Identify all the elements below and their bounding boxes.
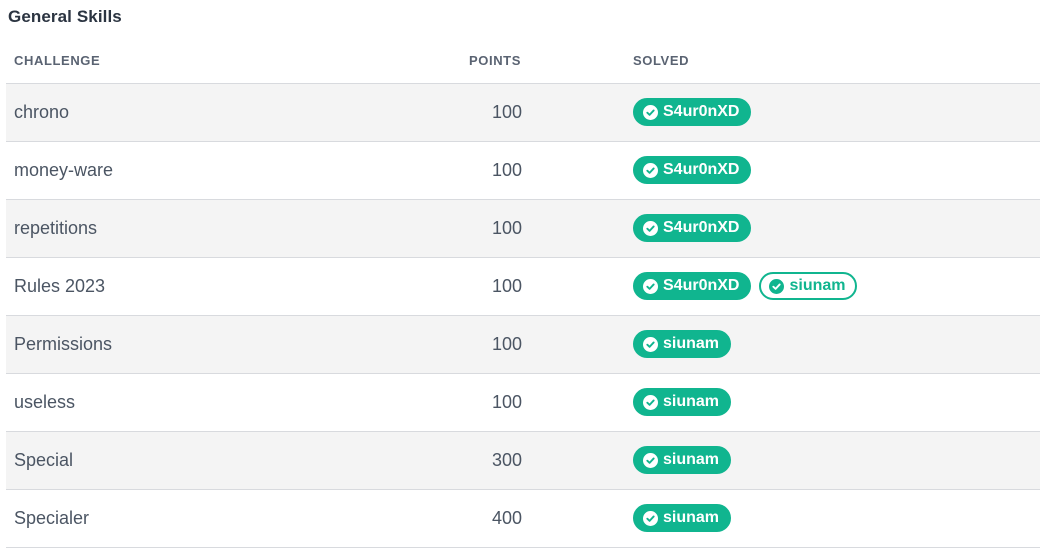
solver-badge[interactable]: siunam (759, 272, 858, 300)
solver-badge[interactable]: S4ur0nXD (633, 98, 752, 126)
check-circle-icon (643, 162, 658, 178)
solver-username: S4ur0nXD (663, 277, 740, 294)
solver-badge[interactable]: siunam (633, 504, 732, 532)
check-circle-icon (643, 510, 658, 526)
table-body: chrono 100 S4ur0nXD money-ware 100 S4ur0nXD re… (6, 84, 1040, 548)
check-circle-icon (643, 278, 658, 294)
challenge-points: 100 (491, 276, 522, 296)
table-row: Specialer 400 siunam (6, 490, 1040, 548)
challenge-points: 300 (491, 450, 522, 470)
solved-by-list: S4ur0nXD (633, 156, 752, 184)
challenge-name[interactable]: money-ware (14, 160, 113, 181)
solver-badge[interactable]: S4ur0nXD (633, 214, 752, 242)
challenge-points: 100 (491, 218, 522, 238)
solved-by-list: siunam (633, 388, 732, 416)
solved-by-list: siunam (633, 446, 732, 474)
solved-by-list: S4ur0nXD (633, 214, 752, 242)
column-header-points[interactable]: POINTS (469, 53, 521, 68)
table-row: Rules 2023 100 S4ur0nXD siunam (6, 258, 1040, 316)
table-row: money-ware 100 S4ur0nXD (6, 142, 1040, 200)
challenge-points: 100 (491, 160, 522, 180)
challenges-table: CHALLENGE POINTS SOLVED chrono 100 S4ur0nX… (6, 38, 1040, 548)
solver-badge[interactable]: S4ur0nXD (633, 156, 752, 184)
solved-by-list: siunam (633, 504, 732, 532)
section-title: General Skills (8, 7, 122, 26)
solved-by-list: siunam (633, 330, 732, 358)
check-circle-icon (769, 278, 785, 294)
challenge-name[interactable]: Rules 2023 (14, 276, 105, 297)
solver-badge[interactable]: siunam (633, 446, 732, 474)
column-header-solved[interactable]: SOLVED (633, 53, 689, 68)
solver-badge[interactable]: siunam (633, 330, 732, 358)
solver-username: S4ur0nXD (663, 103, 740, 120)
table-row: Special 300 siunam (6, 432, 1040, 490)
solver-username: S4ur0nXD (663, 219, 740, 236)
solved-by-list: S4ur0nXD (633, 98, 752, 126)
solver-username: siunam (663, 393, 720, 410)
check-circle-icon (643, 452, 658, 468)
solver-username: siunam (789, 277, 846, 294)
challenge-points: 400 (491, 508, 522, 528)
table-row: Permissions 100 siunam (6, 316, 1040, 374)
challenge-points: 100 (491, 392, 522, 412)
solver-badge[interactable]: siunam (633, 388, 732, 416)
solver-username: S4ur0nXD (663, 161, 740, 178)
check-circle-icon (643, 336, 658, 352)
challenge-name[interactable]: chrono (14, 102, 69, 123)
challenge-points: 100 (491, 102, 522, 122)
table-header: CHALLENGE POINTS SOLVED (6, 38, 1040, 84)
challenge-name[interactable]: repetitions (14, 218, 97, 239)
table-row: chrono 100 S4ur0nXD (6, 84, 1040, 142)
solver-username: siunam (663, 451, 720, 468)
challenge-name[interactable]: Permissions (14, 334, 112, 355)
solver-username: siunam (663, 335, 720, 352)
solver-username: siunam (663, 509, 720, 526)
challenge-name[interactable]: Special (14, 450, 73, 471)
solver-badge[interactable]: S4ur0nXD (633, 272, 752, 300)
challenge-name[interactable]: Specialer (14, 508, 89, 529)
solved-by-list: S4ur0nXD siunam (633, 272, 858, 300)
challenge-points: 100 (491, 334, 522, 354)
column-header-challenge[interactable]: CHALLENGE (14, 53, 100, 68)
table-row: repetitions 100 S4ur0nXD (6, 200, 1040, 258)
check-circle-icon (643, 220, 658, 236)
check-circle-icon (643, 104, 658, 120)
table-row: useless 100 siunam (6, 374, 1040, 432)
challenge-name[interactable]: useless (14, 392, 75, 413)
check-circle-icon (643, 394, 658, 410)
